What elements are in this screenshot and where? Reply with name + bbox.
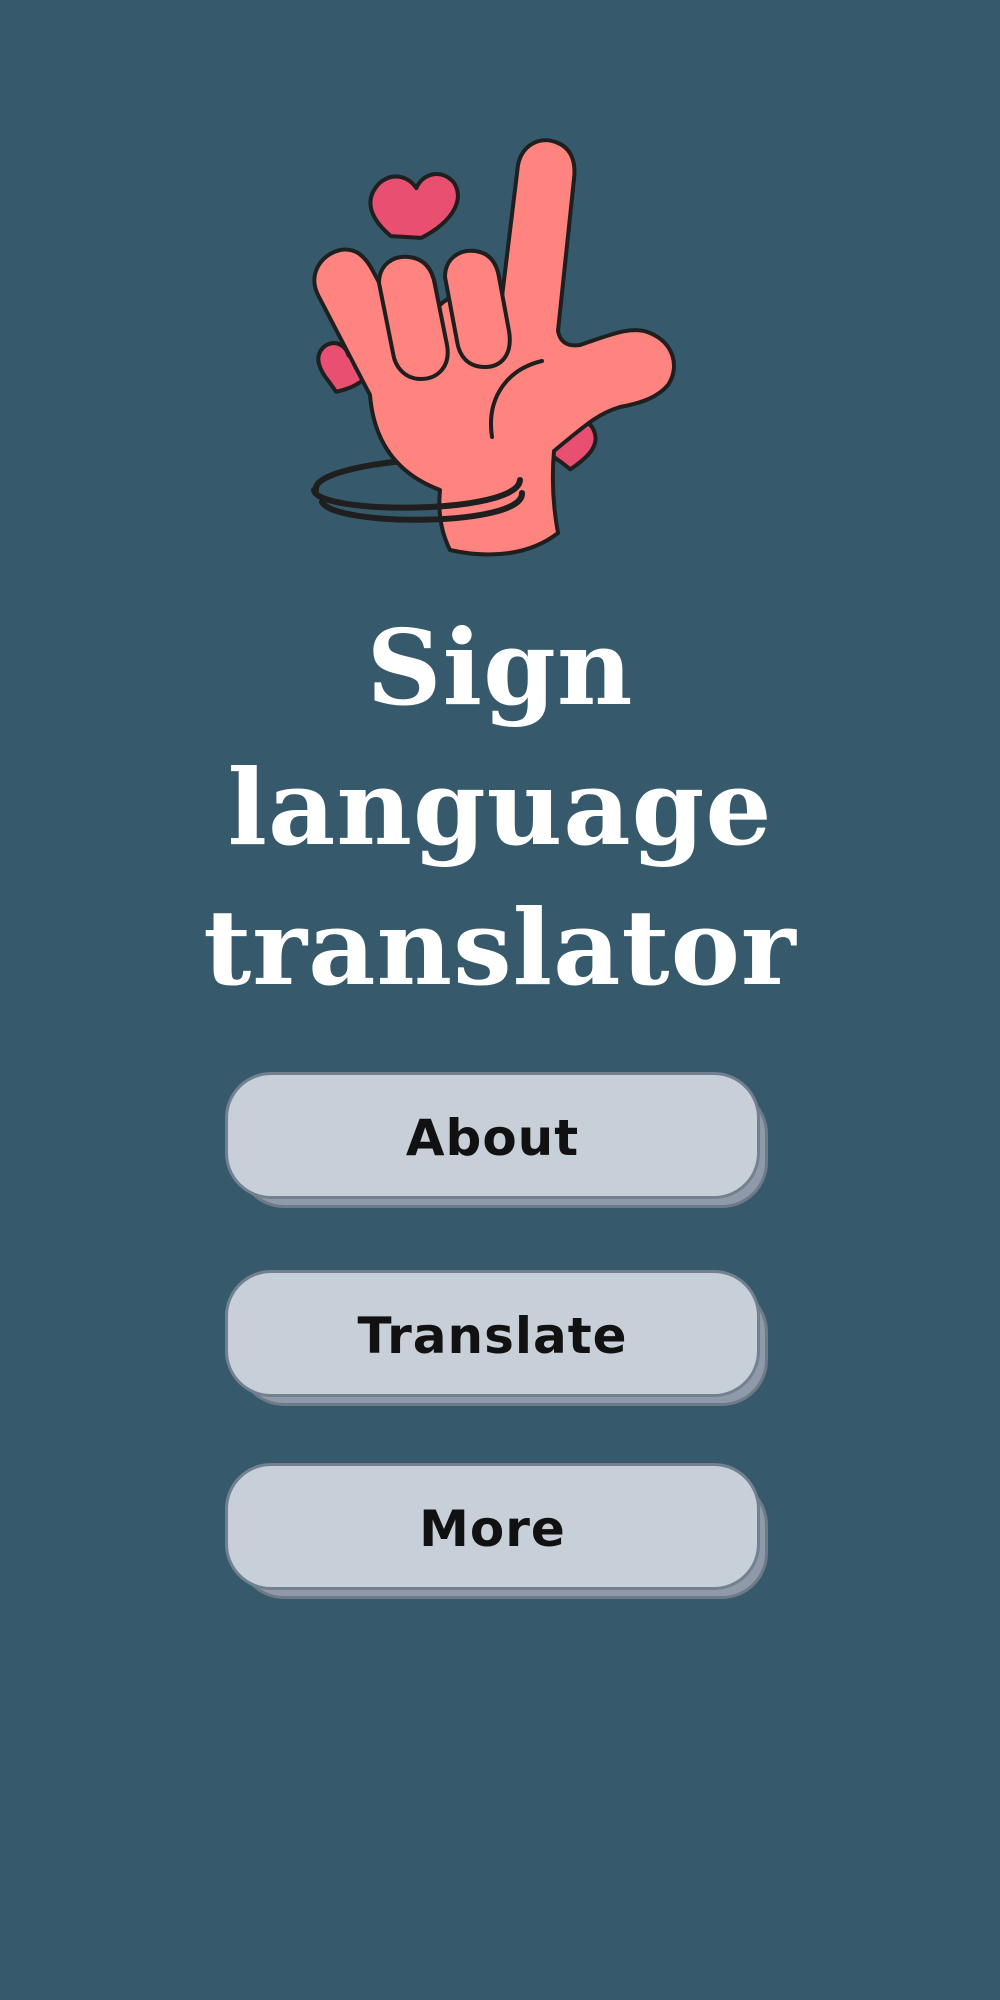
more-button-label: More — [419, 1499, 566, 1558]
app-title-line-1: Sign — [366, 606, 634, 729]
app-title-line-2: language — [227, 746, 773, 869]
more-button[interactable]: More — [225, 1463, 770, 1601]
app-title-line-3: translator — [203, 886, 797, 1009]
button-face[interactable]: More — [225, 1463, 760, 1590]
translate-button-label: Translate — [357, 1306, 628, 1365]
translate-button[interactable]: Translate — [225, 1270, 770, 1408]
button-face[interactable]: Translate — [225, 1270, 760, 1397]
love-sign-hand-icon — [290, 135, 710, 560]
about-button-label: About — [405, 1108, 580, 1167]
main-screen: Sign language translator About Translate… — [0, 0, 1000, 2000]
about-button[interactable]: About — [225, 1072, 770, 1210]
button-face[interactable]: About — [225, 1072, 760, 1199]
